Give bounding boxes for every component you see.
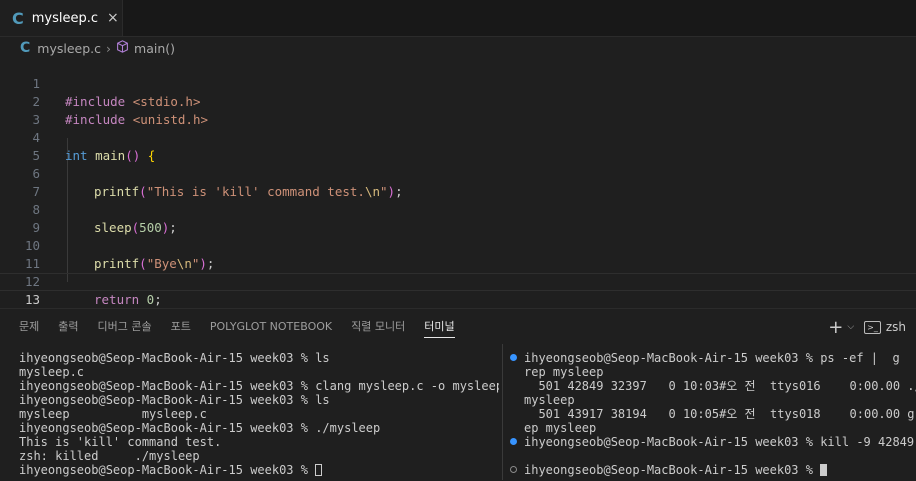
code-line[interactable]: 2 #include <unistd.h> [0, 75, 916, 127]
code-line[interactable]: 4 int main() { [0, 111, 916, 163]
terminal-line: ihyeongseob@Seop-MacBook-Air-15 week03 %… [510, 351, 900, 365]
terminal-line: mysleep [524, 393, 575, 407]
terminal-line: rep mysleep [524, 365, 604, 379]
tab-problems[interactable]: 문제 [19, 309, 39, 345]
close-icon[interactable]: × [107, 10, 119, 26]
terminal-line: ihyeongseob@Seop-MacBook-Air-15 week03 %… [19, 421, 381, 435]
terminal-line: mysleep.c [19, 365, 85, 379]
tab-mysleep-c[interactable]: C mysleep.c × [0, 0, 123, 36]
code-line[interactable]: 6 printf("This is 'kill' command test.\n… [0, 147, 916, 199]
code-line[interactable]: 1 #include <stdio.h> [0, 57, 916, 109]
terminal-icon: >_ [864, 320, 881, 334]
terminal-line: 501 42849 32397 0 10:03#오 전 ttys016 0:00… [524, 379, 916, 393]
command-pending-icon [510, 466, 517, 473]
terminal-line: ep mysleep [524, 421, 597, 435]
terminal-line: 501 43917 38194 0 10:05#오 전 ttys018 0:00… [524, 407, 916, 421]
code-line[interactable]: 9 [0, 201, 916, 235]
cube-icon [116, 39, 129, 57]
terminal-line: ihyeongseob@Seop-MacBook-Air-15 week03 %… [510, 435, 914, 449]
line-number: 13 [24, 292, 40, 307]
code-line[interactable]: 8 sleep(500); [0, 183, 916, 235]
editor-tab-bar: C mysleep.c × [0, 0, 916, 37]
tab-polyglot-notebook[interactable]: POLYGLOT NOTEBOOK [210, 309, 332, 345]
terminal-line: ihyeongseob@Seop-MacBook-Air-15 week03 %… [19, 393, 330, 407]
terminal-split-divider[interactable] [502, 344, 503, 480]
terminal-cursor [820, 464, 828, 476]
command-success-icon [510, 354, 517, 361]
code-line[interactable]: 5 [0, 129, 916, 163]
panel-tab-bar: 문제 출력 디버그 콘솔 포트 POLYGLOT NOTEBOOK 직렬 모니터… [0, 309, 916, 345]
c-file-icon: C [20, 40, 31, 56]
tab-label: mysleep.c [31, 10, 99, 26]
code-line[interactable]: 11 [0, 237, 916, 271]
chevron-right-icon: › [106, 40, 112, 56]
terminal-line: ihyeongseob@Seop-MacBook-Air-15 week03 %… [19, 379, 499, 393]
breadcrumb: C mysleep.c › main() [0, 38, 916, 58]
terminal-line: ihyeongseob@Seop-MacBook-Air-15 week03 %… [19, 351, 330, 365]
code-line[interactable]: 12 return 0; [0, 255, 916, 307]
chevron-down-icon[interactable]: ⌵ [847, 322, 854, 332]
terminal-line: This is 'kill' command test. [19, 435, 222, 449]
terminal-prompt-line: ihyeongseob@Seop-MacBook-Air-15 week03 % [19, 463, 323, 477]
code-editor[interactable]: 1 #include <stdio.h> 2 #include <unistd.… [0, 57, 916, 325]
tab-ports[interactable]: 포트 [171, 309, 191, 345]
tab-output[interactable]: 출력 [58, 309, 78, 345]
terminal-right[interactable]: ihyeongseob@Seop-MacBook-Air-15 week03 %… [510, 351, 916, 480]
add-terminal-icon[interactable]: + [828, 317, 843, 338]
terminal-cursor [315, 464, 323, 476]
code-line[interactable]: 10 printf("Bye\n"); [0, 219, 916, 271]
terminal-line: zsh: killed ./mysleep [19, 449, 200, 463]
tab-serial-monitor[interactable]: 직렬 모니터 [351, 309, 405, 345]
tab-debug-console[interactable]: 디버그 콘솔 [98, 309, 152, 345]
terminal-prompt-line: ihyeongseob@Seop-MacBook-Air-15 week03 % [510, 463, 828, 477]
command-success-icon [510, 438, 517, 445]
breadcrumb-symbol[interactable]: main() [134, 41, 175, 56]
terminal-left[interactable]: ihyeongseob@Seop-MacBook-Air-15 week03 %… [19, 351, 499, 480]
code-line[interactable]: 3 [0, 93, 916, 127]
shell-label[interactable]: zsh [886, 320, 906, 334]
c-file-icon: C [12, 8, 24, 28]
panel-actions: + ⌵ >_ zsh [828, 309, 906, 345]
terminal-line: mysleep mysleep.c [19, 407, 207, 421]
code-line-active[interactable]: 13 } [0, 273, 916, 325]
code-line[interactable]: 7 [0, 165, 916, 199]
breadcrumb-file[interactable]: mysleep.c [37, 41, 101, 56]
tab-terminal[interactable]: 터미널 [424, 309, 455, 345]
